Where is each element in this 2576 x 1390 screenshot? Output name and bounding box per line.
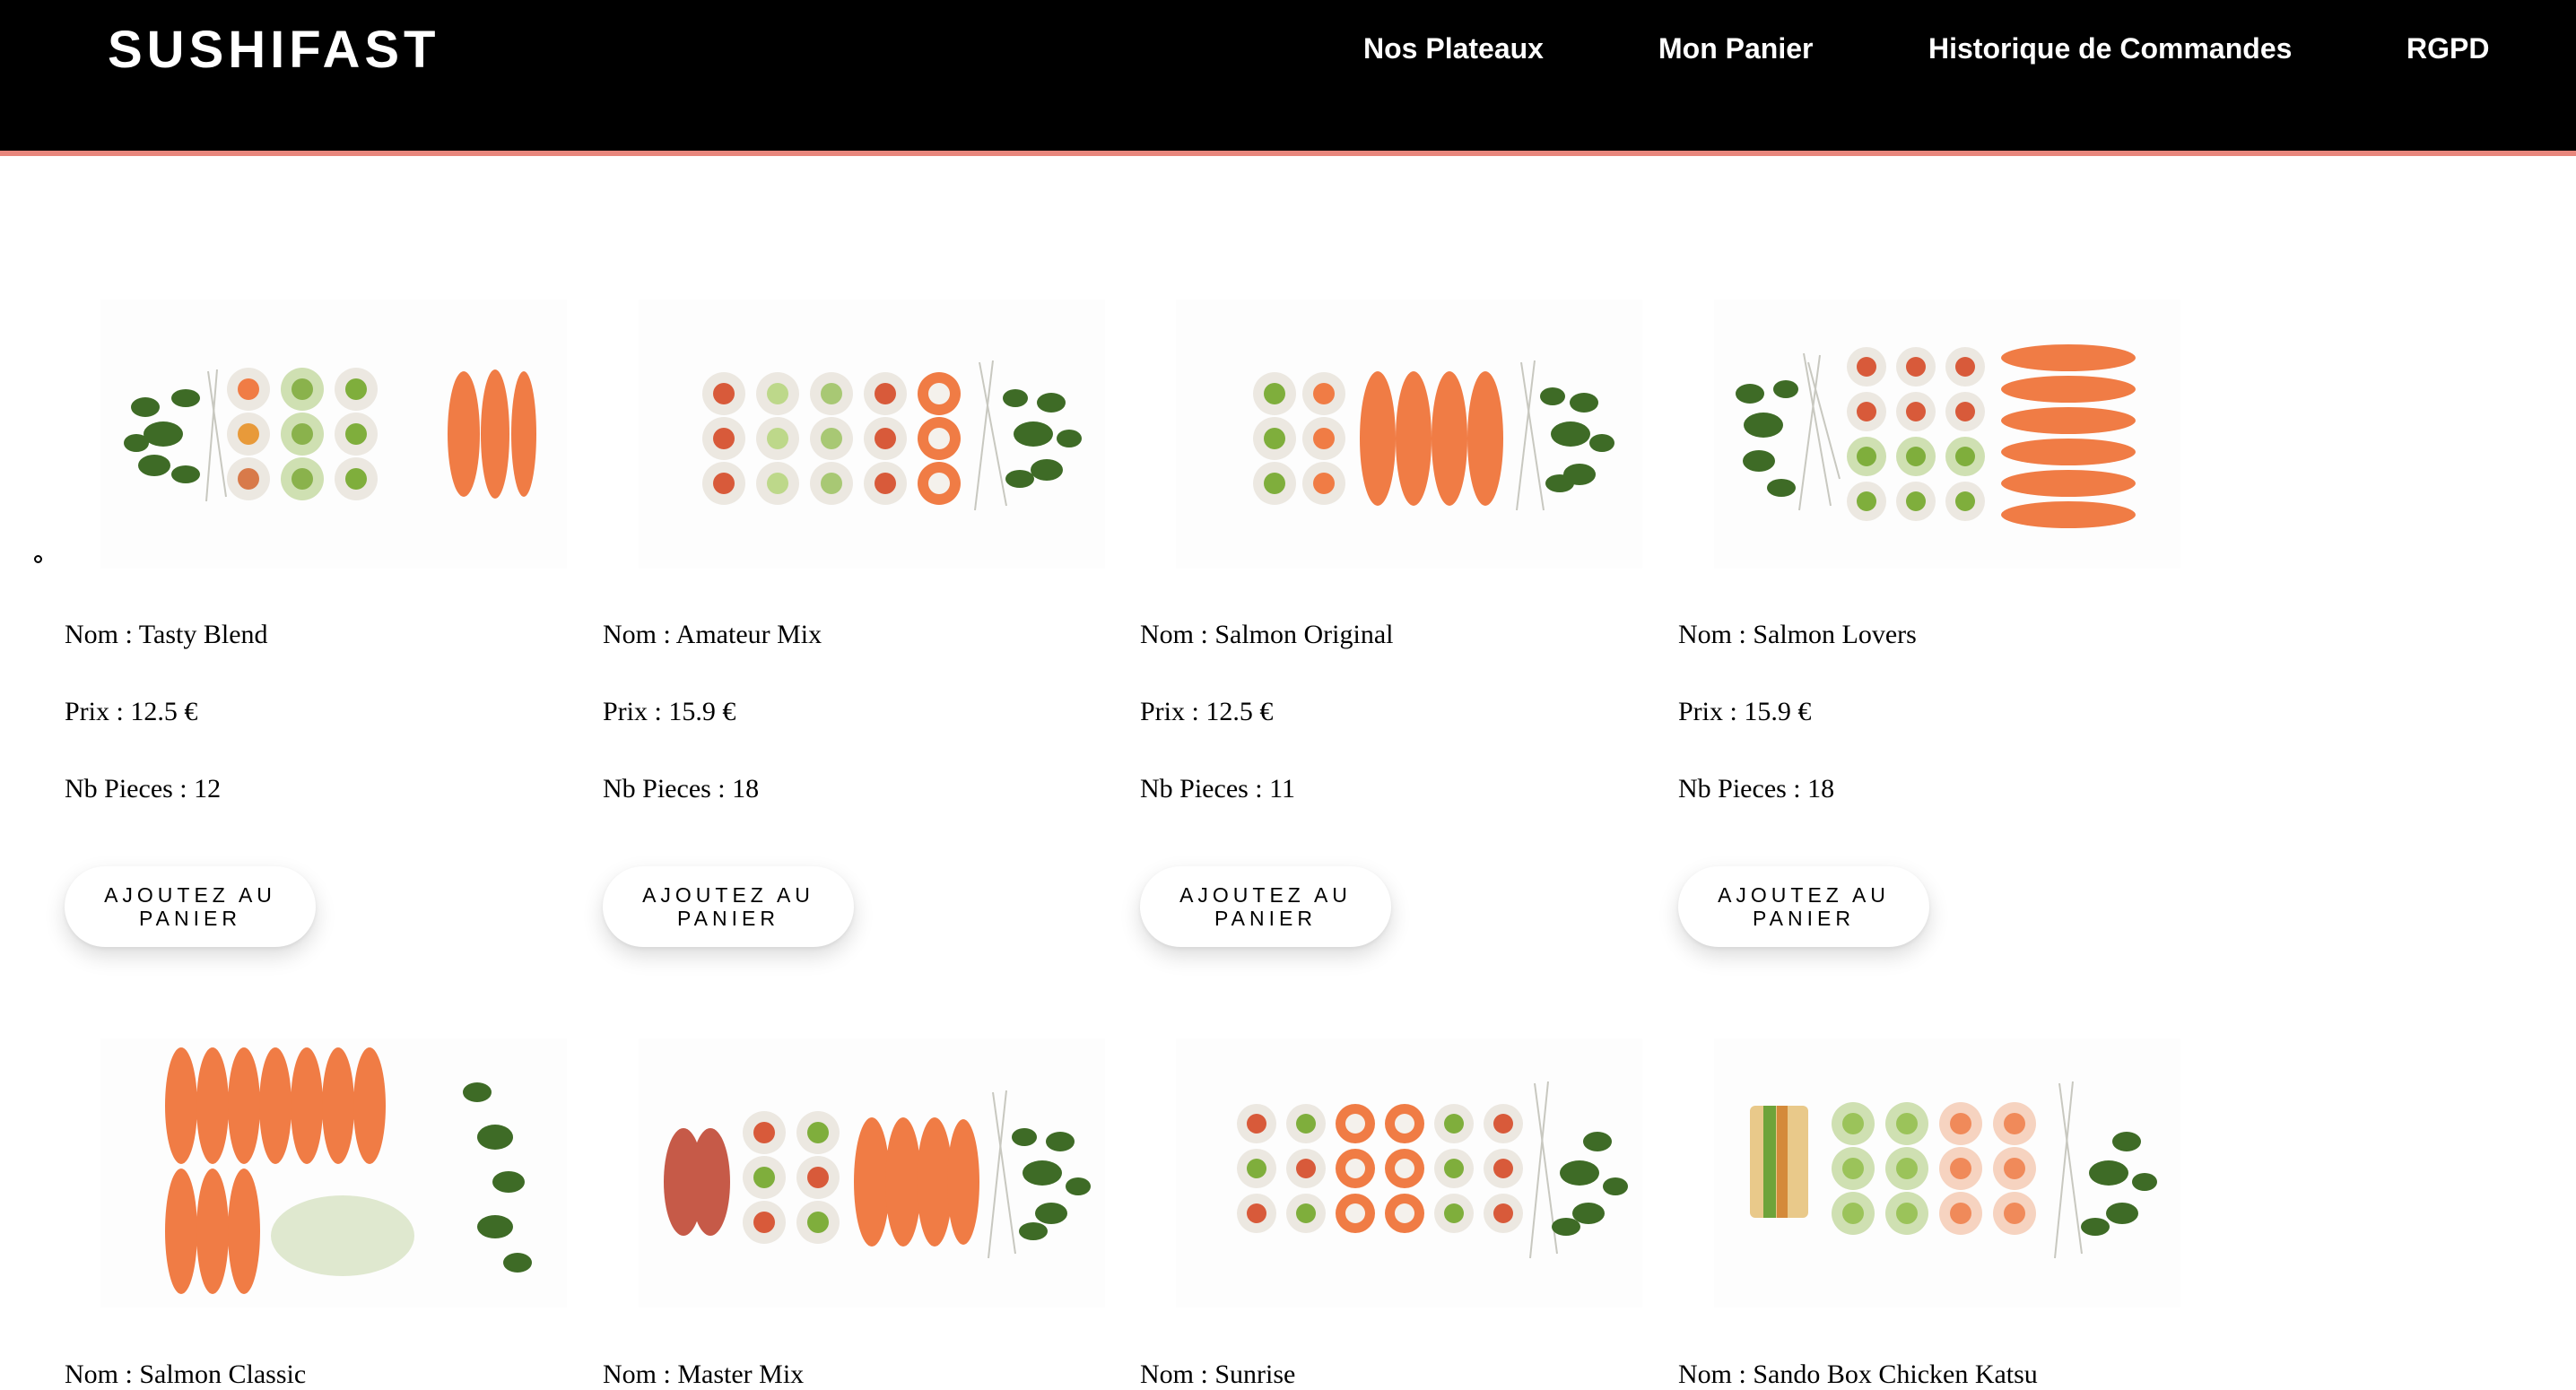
add-to-cart-button[interactable]: AJOUTEZ AU PANIER: [65, 866, 316, 947]
sushi-tray-image: [639, 1038, 1105, 1307]
product-pieces: Nb Pieces : 11: [1140, 774, 1296, 804]
nav-nos-plateaux[interactable]: Nos Plateaux: [1363, 32, 1544, 65]
product-name: Nom : Amateur Mix: [603, 620, 822, 649]
sushi-tray-image: [1714, 1038, 2180, 1307]
product-price: Prix : 15.9 €: [1678, 697, 1812, 726]
nav-mon-panier[interactable]: Mon Panier: [1658, 32, 1813, 65]
product-name: Nom : Salmon Lovers: [1678, 620, 1917, 649]
sushi-tray-image: [1176, 1038, 1642, 1307]
product-name: Nom : Sunrise: [1140, 1360, 1296, 1389]
add-to-cart-button[interactable]: AJOUTEZ AU PANIER: [603, 866, 854, 947]
add-to-cart-button[interactable]: AJOUTEZ AU PANIER: [1140, 866, 1391, 947]
site-header: SUSHIFAST Nos Plateaux Mon Panier Histor…: [0, 0, 2576, 156]
brand-logo[interactable]: SUSHIFAST: [108, 20, 440, 80]
sushi-tray-image: [100, 1038, 567, 1307]
sushi-tray-image: [1714, 300, 2180, 569]
product-price: Prix : 12.5 €: [65, 697, 198, 726]
sushi-tray-image: [1176, 300, 1642, 569]
product-price: Prix : 12.5 €: [1140, 697, 1274, 726]
product-pieces: Nb Pieces : 18: [1678, 774, 1835, 804]
product-name: Nom : Sando Box Chicken Katsu: [1678, 1360, 2038, 1389]
product-name: Nom : Tasty Blend: [65, 620, 268, 649]
product-name: Nom : Master Mix: [603, 1360, 805, 1389]
product-pieces: Nb Pieces : 12: [65, 774, 222, 804]
sushi-tray-image: [100, 300, 567, 569]
add-to-cart-button[interactable]: AJOUTEZ AU PANIER: [1678, 866, 1929, 947]
list-bullet-icon: [34, 555, 42, 563]
product-pieces: Nb Pieces : 18: [603, 774, 760, 804]
nav-rgpd[interactable]: RGPD: [2406, 32, 2489, 65]
nav-historique-commandes[interactable]: Historique de Commandes: [1928, 32, 2292, 65]
product-name: Nom : Salmon Original: [1140, 620, 1394, 649]
sushi-tray-image: [639, 300, 1105, 569]
product-price: Prix : 15.9 €: [603, 697, 736, 726]
product-name: Nom : Salmon Classic: [65, 1360, 307, 1389]
